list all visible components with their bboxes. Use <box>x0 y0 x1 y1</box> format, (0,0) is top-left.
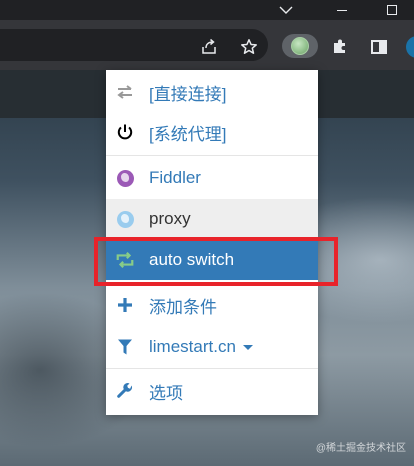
wrench-icon <box>115 381 135 401</box>
menu-item-fiddler[interactable]: Fiddler <box>106 158 318 198</box>
caret-down-icon[interactable] <box>242 344 253 350</box>
address-bar[interactable] <box>0 29 268 61</box>
menu-item-current-site[interactable]: limestart.cn <box>106 327 318 367</box>
menu-item-direct[interactable]: [直接连接] <box>106 72 318 112</box>
watermark-text: @稀土掘金技术社区 <box>315 443 406 454</box>
menu-item-label: limestart.cn <box>149 337 236 356</box>
menu-item-proxy[interactable]: proxy <box>106 199 318 239</box>
menu-item-label: 添加条件 <box>149 297 217 317</box>
menu-divider <box>106 155 318 156</box>
power-icon <box>115 122 135 142</box>
maximize-icon <box>387 5 397 15</box>
menu-item-add-condition[interactable]: 添加条件 <box>106 285 318 325</box>
share-icon[interactable] <box>199 37 219 57</box>
proxy-switch-extension-icon <box>291 37 309 55</box>
menu-item-label: Fiddler <box>149 168 201 187</box>
maximize-button[interactable] <box>370 0 414 20</box>
browser-toolbar <box>0 20 414 70</box>
menu-item-label: 选项 <box>149 383 183 403</box>
menu-divider <box>106 368 318 369</box>
minimize-icon <box>337 9 347 11</box>
menu-item-system-proxy[interactable]: [系统代理] <box>106 112 318 152</box>
minimize-button[interactable] <box>320 0 364 20</box>
tab-search-chevron-icon[interactable] <box>264 0 308 20</box>
side-panel-icon[interactable] <box>369 37 389 57</box>
menu-item-label: [直接连接] <box>149 84 227 104</box>
plus-icon <box>115 295 135 315</box>
menu-item-label: [系统代理] <box>149 124 227 144</box>
proxy-switch-extension-button[interactable] <box>282 34 318 58</box>
globe-blue-icon <box>115 209 135 229</box>
globe-purple-icon <box>115 168 135 188</box>
menu-item-label: proxy <box>149 209 191 228</box>
direct-transfer-icon <box>115 82 135 102</box>
bookmark-star-icon[interactable] <box>239 37 259 57</box>
menu-item-options[interactable]: 选项 <box>106 371 318 411</box>
annotation-highlight-box <box>94 237 338 286</box>
window-title-bar <box>0 0 414 20</box>
profile-avatar[interactable] <box>406 36 414 58</box>
filter-icon <box>115 337 135 357</box>
puzzle-icon[interactable] <box>330 37 350 57</box>
